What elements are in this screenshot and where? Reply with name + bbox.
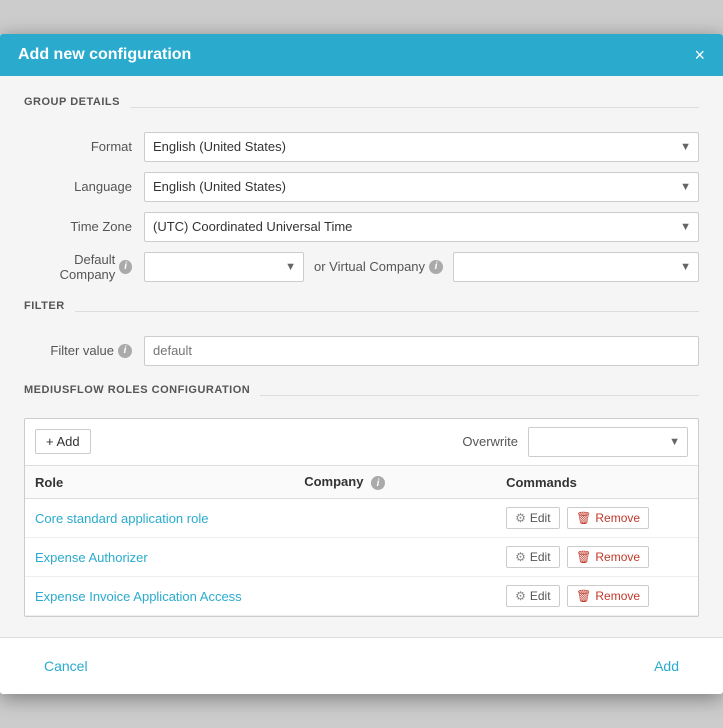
close-button[interactable]: × — [694, 46, 705, 64]
edit-button[interactable]: ⚙ Edit — [506, 585, 559, 607]
table-row: Expense Authorizer ⚙ Edit 🗑 — [25, 538, 698, 577]
default-company-label: Default Company i — [24, 252, 144, 282]
company-cell — [294, 499, 496, 538]
virtual-company-info-icon[interactable]: i — [429, 260, 443, 274]
roles-table-container: + Add Overwrite Option A ▼ — [24, 418, 699, 618]
gear-icon: ⚙ — [515, 550, 526, 564]
roles-toolbar: + Add Overwrite Option A ▼ — [25, 419, 698, 466]
format-group: Format English (United States) English (… — [24, 132, 699, 162]
default-company-select-wrapper: Default Company ▼ — [144, 252, 304, 282]
filter-input[interactable] — [144, 336, 699, 366]
commands-cell: ⚙ Edit 🗑 Remove — [496, 538, 698, 577]
language-label: Language — [24, 179, 144, 194]
remove-button[interactable]: 🗑 Remove — [567, 585, 649, 607]
remove-button[interactable]: 🗑 Remove — [567, 507, 649, 529]
modal-footer: Cancel Add — [0, 637, 723, 694]
company-cell — [294, 538, 496, 577]
modal-title: Add new configuration — [18, 46, 191, 64]
roles-section: MEDIUSFLOW ROLES CONFIGURATION + Add Ove… — [24, 384, 699, 618]
commands-cell: ⚙ Edit 🗑 Remove — [496, 577, 698, 616]
col-header-company: Company i — [294, 466, 496, 499]
overwrite-select[interactable]: Option A — [528, 427, 688, 457]
overwrite-select-wrapper: Option A ▼ — [528, 427, 688, 457]
company-row: Default Company i Default Company ▼ or V… — [24, 252, 699, 282]
group-details-title: GROUP DETAILS — [24, 96, 120, 108]
timezone-label: Time Zone — [24, 219, 144, 234]
virtual-company-select[interactable]: Virtual A — [453, 252, 699, 282]
col-header-commands: Commands — [496, 466, 698, 499]
or-virtual-label: or Virtual Company i — [304, 259, 453, 274]
timezone-select[interactable]: (UTC) Coordinated Universal Time (UTC+01… — [144, 212, 699, 242]
role-cell: Core standard application role — [25, 499, 294, 538]
group-details-section: GROUP DETAILS Format English (United Sta… — [24, 96, 699, 282]
format-label: Format — [24, 139, 144, 154]
format-select[interactable]: English (United States) English (United … — [144, 132, 699, 162]
col-header-role: Role — [25, 466, 294, 499]
remove-button[interactable]: 🗑 Remove — [567, 546, 649, 568]
table-row: Core standard application role ⚙ Edit 🗑 — [25, 499, 698, 538]
company-cell — [294, 577, 496, 616]
filter-section-title: FILTER — [24, 300, 65, 312]
filter-info-icon[interactable]: i — [118, 344, 132, 358]
commands-cell: ⚙ Edit 🗑 Remove — [496, 499, 698, 538]
language-group: Language English (United States) English… — [24, 172, 699, 202]
default-company-select[interactable]: Default Company — [144, 252, 304, 282]
modal-header: Add new configuration × — [0, 34, 723, 76]
filter-section: FILTER Filter value i — [24, 300, 699, 366]
language-select-wrapper: English (United States) English (United … — [144, 172, 699, 202]
table-row: Expense Invoice Application Access ⚙ Edi… — [25, 577, 698, 616]
format-select-wrapper: English (United States) English (United … — [144, 132, 699, 162]
roles-table: Role Company i Commands Core standard ap… — [25, 466, 698, 617]
gear-icon: ⚙ — [515, 589, 526, 603]
roles-table-body: Core standard application role ⚙ Edit 🗑 — [25, 499, 698, 616]
add-button[interactable]: Add — [634, 652, 699, 680]
trash-icon: 🗑 — [576, 511, 591, 525]
trash-icon: 🗑 — [576, 589, 591, 603]
edit-button[interactable]: ⚙ Edit — [506, 507, 559, 529]
default-company-info-icon[interactable]: i — [119, 260, 132, 274]
edit-button[interactable]: ⚙ Edit — [506, 546, 559, 568]
modal-body: GROUP DETAILS Format English (United Sta… — [0, 76, 723, 638]
language-select[interactable]: English (United States) English (United … — [144, 172, 699, 202]
filter-label: Filter value i — [24, 343, 144, 358]
add-role-button[interactable]: + Add — [35, 429, 91, 454]
filter-group: Filter value i — [24, 336, 699, 366]
cancel-button[interactable]: Cancel — [24, 652, 108, 680]
gear-icon: ⚙ — [515, 511, 526, 525]
roles-table-head: Role Company i Commands — [25, 466, 698, 499]
modal: Add new configuration × GROUP DETAILS Fo… — [0, 34, 723, 695]
overwrite-label: Overwrite — [462, 434, 518, 449]
timezone-select-wrapper: (UTC) Coordinated Universal Time (UTC+01… — [144, 212, 699, 242]
trash-icon: 🗑 — [576, 550, 591, 564]
virtual-company-select-wrapper: Virtual A ▼ — [453, 252, 699, 282]
role-cell: Expense Authorizer — [25, 538, 294, 577]
role-cell: Expense Invoice Application Access — [25, 577, 294, 616]
timezone-group: Time Zone (UTC) Coordinated Universal Ti… — [24, 212, 699, 242]
company-col-info-icon[interactable]: i — [371, 476, 385, 490]
roles-table-scroll[interactable]: Role Company i Commands Core standard ap… — [25, 466, 698, 617]
roles-section-title: MEDIUSFLOW ROLES CONFIGURATION — [24, 384, 250, 396]
